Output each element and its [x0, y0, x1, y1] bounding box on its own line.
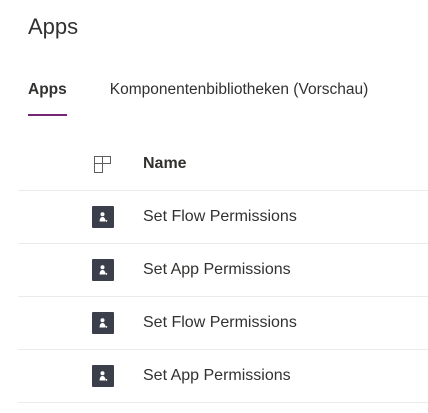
app-name[interactable]: Set Flow Permissions [143, 297, 297, 349]
file-type-icon[interactable] [94, 138, 114, 190]
tab-bar: Apps Komponentenbibliotheken (Vorschau) [28, 78, 368, 118]
table-row[interactable]: Set Flow Permissions [18, 297, 428, 350]
page-title: Apps [28, 14, 79, 39]
canvas-app-icon [92, 312, 114, 334]
canvas-app-icon [92, 206, 114, 228]
table-row[interactable]: Set Flow Permissions [18, 191, 428, 244]
list-header: Name [18, 138, 428, 191]
table-row[interactable]: Set App Permissions [18, 350, 428, 403]
canvas-app-icon [92, 259, 114, 281]
tab-component-libraries[interactable]: Komponentenbibliotheken (Vorschau) [110, 78, 369, 116]
tab-apps[interactable]: Apps [28, 78, 67, 116]
app-name[interactable]: Set Flow Permissions [143, 191, 297, 243]
apps-list: Name Set Flow Permissions Set App Permis… [18, 138, 428, 403]
file-type-icon-svg [94, 155, 111, 173]
app-name[interactable]: Set App Permissions [143, 350, 291, 402]
app-name[interactable]: Set App Permissions [143, 244, 291, 296]
table-row[interactable]: Set App Permissions [18, 244, 428, 297]
column-header-name[interactable]: Name [143, 138, 187, 190]
canvas-app-icon [92, 365, 114, 387]
